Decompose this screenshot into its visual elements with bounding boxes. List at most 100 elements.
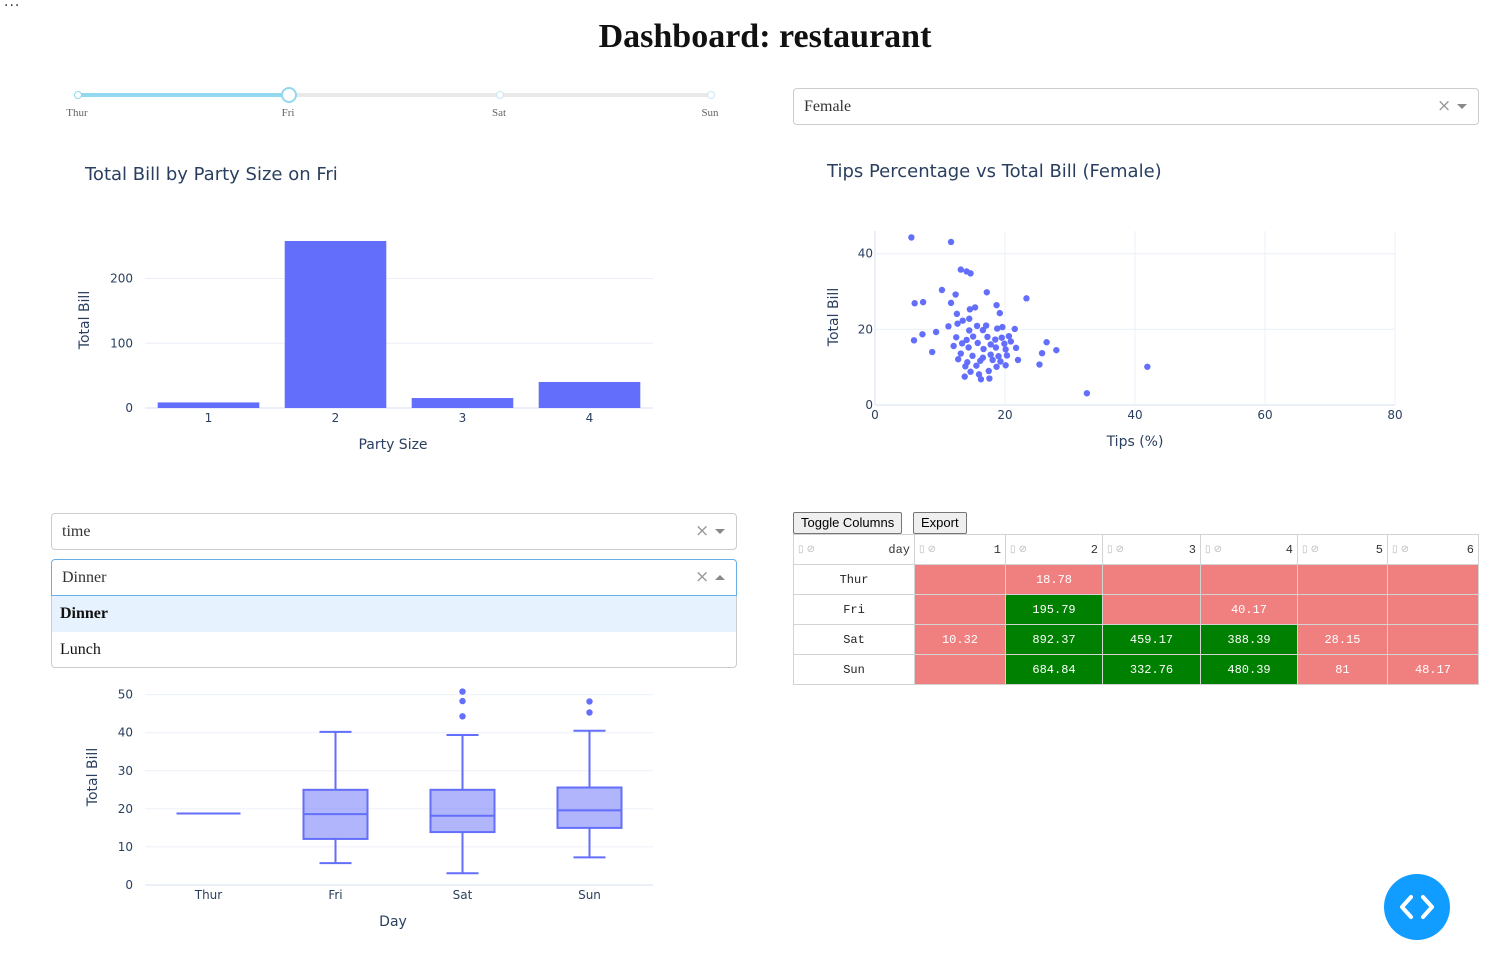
table-cell[interactable]: 28.15 — [1297, 624, 1388, 655]
scatter-point — [945, 323, 952, 330]
table-cell[interactable] — [1102, 564, 1201, 595]
scatter-point — [1023, 295, 1030, 302]
chevron-down-icon[interactable] — [1457, 104, 1467, 109]
table-cell[interactable] — [1200, 564, 1298, 595]
box-iqr — [429, 788, 496, 834]
box-xtick-label: Sun — [578, 888, 601, 902]
sex-dropdown[interactable]: Female × — [793, 88, 1479, 125]
table-cell[interactable] — [914, 564, 1006, 595]
slider-mark-sun[interactable]: Sun — [701, 107, 718, 119]
scatter-point — [973, 362, 980, 369]
table-cell[interactable]: 195.79 — [1005, 594, 1103, 625]
toggle-columns-button[interactable]: Toggle Columns — [793, 512, 903, 534]
table-cell[interactable] — [1387, 624, 1479, 655]
scatter-point — [974, 339, 981, 347]
table-cell[interactable]: 388.39 — [1200, 624, 1298, 655]
column-header-3[interactable]: ▯ ⊘ 3 — [1102, 534, 1201, 565]
box-xtick-label: Sat — [453, 888, 473, 902]
scatter-point — [953, 334, 960, 341]
column-tools-icon[interactable]: ▯ ⊘ — [1010, 544, 1027, 555]
box-outlier — [459, 697, 466, 705]
column-header-day[interactable]: ▯ ⊘ day — [793, 534, 915, 565]
table-cell[interactable]: 48.17 — [1387, 654, 1479, 685]
column-header-1[interactable]: ▯ ⊘ 1 — [914, 534, 1006, 565]
column-tools-icon[interactable]: ▯ ⊘ — [1107, 544, 1124, 555]
scatter-point — [965, 344, 972, 351]
table-cell[interactable]: 40.17 — [1200, 594, 1298, 625]
scatter-point — [952, 291, 959, 298]
slider-dot-thur[interactable] — [74, 91, 82, 99]
box-chart-ylabel: Total Bill — [85, 748, 101, 807]
bar — [157, 402, 260, 408]
slider-handle[interactable] — [281, 87, 297, 103]
table-cell[interactable] — [1102, 594, 1201, 625]
table-cell[interactable] — [1387, 594, 1479, 625]
column-tools-icon[interactable]: ▯ ⊘ — [1392, 544, 1409, 555]
window-menu-ellipsis[interactable]: ... — [4, 0, 20, 10]
table-cell[interactable]: 332.76 — [1102, 654, 1201, 685]
scatter-point — [979, 326, 987, 334]
table-cell[interactable]: 684.84 — [1005, 654, 1103, 685]
clear-icon[interactable]: × — [695, 521, 709, 541]
scatter-point — [1001, 340, 1008, 347]
clear-icon[interactable]: × — [1437, 96, 1451, 116]
column-header-4[interactable]: ▯ ⊘ 4 — [1200, 534, 1298, 565]
slider-mark-thur[interactable]: Thur — [66, 107, 87, 119]
table-cell[interactable]: 81 — [1297, 654, 1388, 685]
scatter-point — [1007, 338, 1015, 345]
table-cell[interactable]: 480.39 — [1200, 654, 1298, 685]
table-row: Fri 195.79 40.17 — [793, 594, 1479, 625]
table-cell[interactable] — [1297, 564, 1388, 595]
slider-dot-sun[interactable] — [707, 91, 715, 99]
column-header-label: 5 — [1375, 542, 1383, 557]
export-button[interactable]: Export — [913, 512, 967, 534]
table-cell[interactable] — [1297, 594, 1388, 625]
scatter-point — [980, 345, 987, 353]
column-tools-icon[interactable]: ▯ ⊘ — [1205, 544, 1222, 555]
column-header-2[interactable]: ▯ ⊘ 2 — [1005, 534, 1103, 565]
scatter-point — [998, 334, 1005, 341]
bar-xtick-label: 3 — [459, 411, 467, 425]
table-cell[interactable] — [1387, 564, 1479, 595]
table-cell[interactable]: 459.17 — [1102, 624, 1201, 655]
table-cell[interactable]: 892.37 — [1005, 624, 1103, 655]
table-header-row: ▯ ⊘ day ▯ ⊘ 1 ▯ ⊘ 2 ▯ ⊘ 3 ▯ ⊘ 4 ▯ ⊘ 5 ▯ ⊘ 6 — [793, 534, 1479, 565]
column-header-5[interactable]: ▯ ⊘ 5 — [1297, 534, 1388, 565]
table-cell[interactable] — [914, 654, 1006, 685]
meal-option-dinner[interactable]: Dinner — [52, 596, 736, 632]
scatter-point — [996, 309, 1003, 317]
slider-mark-sat[interactable]: Sat — [492, 107, 506, 119]
meal-dropdown-menu: Dinner Lunch — [51, 596, 737, 668]
time-dropdown[interactable]: time × — [51, 513, 737, 550]
table-cell[interactable]: 10.32 — [914, 624, 1006, 655]
scatter-point — [1043, 339, 1050, 346]
scatter-xtick-label: 40 — [1127, 408, 1142, 422]
scatter-point — [969, 333, 977, 340]
table-cell-day[interactable]: Thur — [793, 564, 915, 595]
table-cell-day[interactable]: Sat — [793, 624, 915, 655]
column-tools-icon[interactable]: ▯ ⊘ — [798, 544, 815, 555]
slider-dot-sat[interactable] — [496, 91, 504, 99]
table-cell-day[interactable]: Sun — [793, 654, 915, 685]
table-cell[interactable]: 18.78 — [1005, 564, 1103, 595]
dev-tools-button[interactable] — [1384, 874, 1450, 940]
scatter-point — [961, 373, 968, 380]
clear-icon[interactable]: × — [695, 567, 709, 587]
column-header-label: 1 — [993, 542, 1001, 557]
column-tools-icon[interactable]: ▯ ⊘ — [919, 544, 936, 555]
meal-dropdown[interactable]: Dinner × — [51, 559, 737, 596]
scatter-point — [1003, 352, 1011, 359]
scatter-point — [950, 342, 957, 350]
slider-mark-fri[interactable]: Fri — [282, 107, 295, 119]
table-cell[interactable] — [914, 594, 1006, 625]
meal-option-lunch[interactable]: Lunch — [52, 632, 736, 668]
column-header-6[interactable]: ▯ ⊘ 6 — [1387, 534, 1479, 565]
scatter-chart: Tips Percentage vs Total Bill (Female) 0… — [826, 161, 1403, 450]
scatter-point — [973, 322, 981, 330]
chevron-down-icon[interactable] — [715, 529, 725, 534]
table-cell-day[interactable]: Fri — [793, 594, 915, 625]
column-tools-icon[interactable]: ▯ ⊘ — [1302, 544, 1319, 555]
chevron-up-icon[interactable] — [715, 575, 725, 580]
day-slider[interactable]: Thur Fri Sat Sun — [60, 85, 730, 125]
scatter-point — [958, 340, 966, 347]
